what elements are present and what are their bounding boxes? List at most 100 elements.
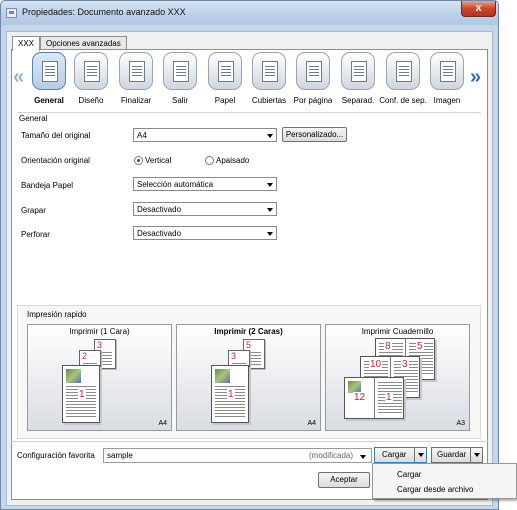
- load-dropdown-arrow-icon[interactable]: [414, 448, 426, 462]
- chevron-down-icon: [267, 208, 273, 212]
- paper-size-label: A4: [307, 420, 316, 427]
- separator-settings-icon: [386, 52, 420, 90]
- category-layout[interactable]: Diseño: [66, 52, 116, 105]
- category-label: Cubiertas: [251, 96, 287, 105]
- category-per-page[interactable]: Por página: [288, 52, 338, 105]
- punch-value: Desactivado: [137, 229, 182, 238]
- custom-size-button[interactable]: Personalizado...: [282, 127, 347, 142]
- image-icon: [430, 52, 464, 90]
- load-menu: Cargar Cargar desde archivo: [372, 463, 517, 499]
- landscape-radio[interactable]: [205, 156, 214, 165]
- save-dropdown-arrow-icon[interactable]: [470, 448, 482, 462]
- page-number: 1: [385, 392, 393, 403]
- category-paper[interactable]: Papel: [200, 52, 250, 105]
- picture-icon: [215, 369, 230, 383]
- quick-print-label: Impresión rapido: [27, 310, 87, 319]
- group-divider: [17, 112, 481, 113]
- staple-select[interactable]: Desactivado: [133, 202, 277, 216]
- page-number: 2: [82, 351, 88, 361]
- save-button[interactable]: Guardar: [431, 447, 483, 463]
- tab-xxx[interactable]: XXX: [12, 36, 41, 51]
- chevron-down-icon: [267, 134, 273, 138]
- paper-tray-label: Bandeja Papel: [21, 181, 74, 190]
- category-label: Finalizar: [120, 96, 152, 105]
- booklet-spread: 12 1: [344, 377, 404, 419]
- category-separator[interactable]: Separad.: [333, 52, 383, 105]
- accept-button[interactable]: Aceptar: [318, 472, 370, 488]
- chevron-down-icon: [267, 183, 273, 187]
- paper-size-label: A4: [158, 420, 167, 427]
- landscape-label: Apaisado: [216, 156, 250, 165]
- punch-select[interactable]: Desactivado: [133, 226, 277, 240]
- close-button[interactable]: x: [461, 1, 496, 17]
- load-button-label: Cargar: [382, 450, 407, 459]
- card-title: Imprimir (1 Cara): [69, 327, 130, 336]
- category-label: Diseño: [78, 96, 104, 105]
- category-output[interactable]: Salir: [155, 52, 205, 105]
- page-thumbnail: 1: [62, 365, 100, 423]
- category-label: Separad.: [341, 96, 375, 105]
- category-label: Imagen: [433, 96, 461, 105]
- category-label: Conf. de sep.: [379, 96, 427, 105]
- page-number: 3: [401, 359, 409, 370]
- original-size-label: Tamaño del original: [21, 131, 91, 140]
- paper-size-label: A3: [456, 420, 465, 427]
- category-image[interactable]: Imagen: [422, 52, 472, 105]
- category-label: Salir: [171, 96, 188, 105]
- page-number: 1: [78, 389, 86, 400]
- title-bar: Propiedades: Documento avanzado XXX x: [0, 0, 499, 25]
- modified-indicator: (modificada): [308, 451, 353, 460]
- finishing-icon: [119, 52, 153, 90]
- chevron-down-icon: [360, 455, 366, 459]
- page-thumbnail: 1: [211, 365, 249, 423]
- window-title: Propiedades: Documento avanzado XXX: [22, 7, 186, 17]
- menu-item-load-from-file[interactable]: Cargar desde archivo: [397, 485, 473, 494]
- category-cover[interactable]: Cubiertas: [244, 52, 294, 105]
- paper-tray-value: Selección automática: [137, 180, 214, 189]
- page-number: 1: [227, 389, 235, 400]
- separator-icon: [341, 52, 375, 90]
- load-button[interactable]: Cargar: [374, 447, 427, 463]
- quick-print-1-sided[interactable]: Imprimir (1 Cara) 3 2 1 A4: [27, 324, 172, 431]
- staple-value: Desactivado: [137, 205, 182, 214]
- page-number: 3: [231, 351, 237, 361]
- save-button-label: Guardar: [437, 450, 467, 459]
- picture-icon: [66, 369, 81, 383]
- menu-item-load[interactable]: Cargar: [397, 470, 421, 479]
- per-page-icon: [296, 52, 330, 90]
- card-title: Imprimir Cuadernillo: [361, 327, 434, 336]
- page-number: 5: [246, 340, 252, 350]
- scroll-left-icon[interactable]: «: [13, 66, 24, 89]
- favorite-settings-label: Configuración favorita: [17, 451, 95, 460]
- original-size-select[interactable]: A4: [133, 128, 277, 142]
- original-size-value: A4: [137, 131, 147, 140]
- page-number: 3: [97, 340, 103, 350]
- output-icon: [163, 52, 197, 90]
- favorite-settings-select[interactable]: sample (modificada): [103, 448, 372, 463]
- page-number: 12: [353, 392, 367, 403]
- chevron-down-icon: [267, 232, 273, 236]
- punch-label: Perforar: [21, 230, 50, 239]
- general-icon: [32, 52, 66, 90]
- category-finishing[interactable]: Finalizar: [111, 52, 161, 105]
- portrait-label: Vertical: [145, 156, 172, 165]
- orientation-label: Orientación original: [21, 156, 90, 165]
- group-label-general: General: [19, 114, 48, 123]
- portrait-radio[interactable]: [134, 156, 143, 165]
- category-label: Por página: [293, 96, 333, 105]
- tab-advanced-options[interactable]: Opciones avanzadas: [40, 36, 127, 50]
- category-separator-settings[interactable]: Conf. de sep.: [378, 52, 428, 105]
- layout-icon: [74, 52, 108, 90]
- printer-properties-icon: [6, 8, 17, 18]
- staple-label: Grapar: [21, 206, 46, 215]
- cover-icon: [252, 52, 286, 90]
- page-number: 5: [416, 341, 424, 352]
- quick-print-booklet[interactable]: Imprimir Cuadernillo 8 5 10 3 12 1 A3: [325, 324, 470, 431]
- card-title: Imprimir (2 Caras): [214, 327, 283, 336]
- quick-print-2-sided[interactable]: Imprimir (2 Caras) 5 3 1 A4: [176, 324, 321, 431]
- page-number: 10: [369, 359, 383, 370]
- paper-tray-select[interactable]: Selección automática: [133, 177, 277, 191]
- paper-icon: [208, 52, 242, 90]
- page-number: 8: [384, 341, 392, 352]
- category-label: Papel: [214, 96, 236, 105]
